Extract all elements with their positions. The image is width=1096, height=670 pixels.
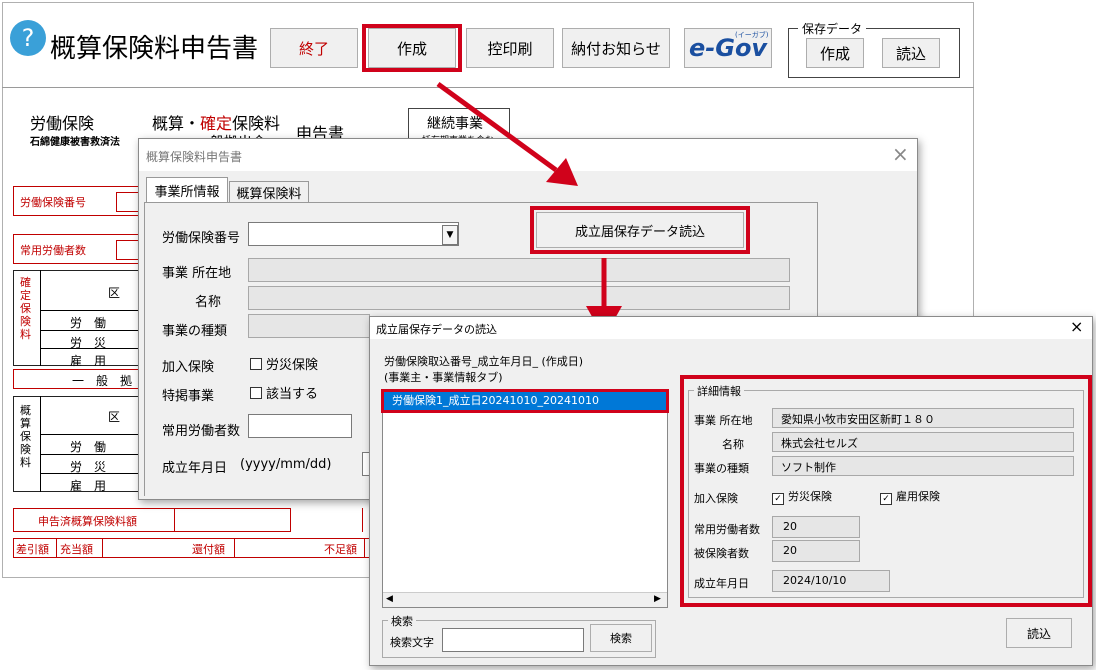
detail-koyou-checkbox: ✓ 雇用保険: [880, 488, 940, 505]
list-header-2: (事業主・事業情報タブ): [384, 371, 503, 384]
detail-type-field: ソフト制作: [772, 456, 1074, 476]
detail-date-label: 成立年月日: [694, 577, 749, 590]
horizontal-scrollbar[interactable]: ◀ ▶: [383, 592, 667, 607]
detail-workers-field: 20: [772, 516, 860, 538]
search-legend: 検索: [388, 613, 416, 629]
checkbox-checked-icon: ✓: [880, 493, 892, 505]
search-button[interactable]: 検索: [590, 624, 652, 652]
detail-name-label: 名称: [722, 438, 744, 451]
detail-rousai-checkbox: ✓ 労災保険: [772, 488, 832, 505]
list-item-highlight: [381, 389, 669, 413]
detail-address-field: 愛知県小牧市安田区新町１８０: [772, 408, 1074, 428]
detail-insured-label: 被保険者数: [694, 547, 749, 560]
detail-koyou-label: 雇用保険: [896, 490, 940, 503]
arrow-line-1: [436, 81, 558, 173]
arrow-head-1: [546, 158, 578, 186]
detail-insured-field: 20: [772, 540, 860, 562]
close-icon[interactable]: ×: [1070, 317, 1083, 336]
scroll-right-icon[interactable]: ▶: [654, 594, 661, 604]
search-input[interactable]: [442, 628, 584, 652]
detail-workers-label: 常用労働者数: [694, 523, 760, 536]
load-dialog-title: 成立届保存データの読込: [376, 323, 497, 336]
detail-name-field: 株式会社セルズ: [772, 432, 1074, 452]
scroll-left-icon[interactable]: ◀: [386, 594, 393, 604]
detail-address-label: 事業 所在地: [694, 414, 753, 427]
search-label: 検索文字: [390, 636, 434, 649]
checkbox-checked-icon: ✓: [772, 493, 784, 505]
load-button[interactable]: 読込: [1006, 618, 1072, 648]
data-list[interactable]: [382, 390, 668, 608]
list-header-1: 労働保険取込番号_成立年月日_ (作成日): [384, 355, 584, 368]
detail-rousai-label: 労災保険: [788, 490, 832, 503]
detail-type-label: 事業の種類: [694, 462, 749, 475]
detail-date-field: 2024/10/10: [772, 570, 890, 592]
detail-join-label: 加入保険: [694, 492, 738, 505]
